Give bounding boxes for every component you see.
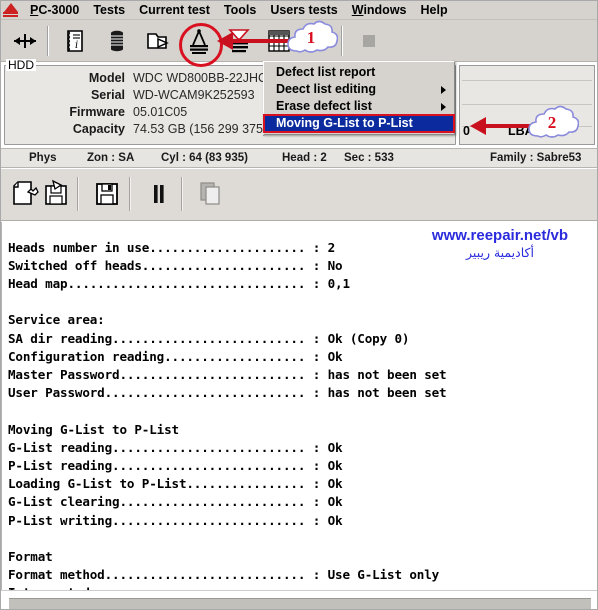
annotation-1-cloud: 1 [284,19,339,61]
save-as-icon[interactable] [39,177,75,211]
operation-log-panel[interactable]: Heads number in use.....................… [1,222,597,590]
hdd-capacity-value: 74.53 GB (156 299 375) [133,122,268,136]
watermark-url: www.reepair.net/vb [431,227,569,244]
stop-square-icon [353,25,385,57]
pc3000-application-window: PC-3000 Tests Current test Tools Users t… [0,0,598,610]
drive-status-strip: Phys Zon : SA Cyl : 64 (83 935) Head : 2… [1,148,597,168]
svg-text:i: i [75,40,78,51]
hdd-serial-value: WD-WCAM9K252593 [133,88,255,102]
submenu-arrow-icon [441,103,446,111]
menu-item-defect-list-report[interactable]: Defect list report [264,64,454,81]
annotation-2-cloud: 2 [525,104,580,146]
menu-item-defect-list-editing[interactable]: Deect list editing [264,81,454,98]
menu-item-moving-glist-to-plist[interactable]: Moving G-List to P-List [263,114,455,133]
menu-tools[interactable]: Tools [217,1,263,19]
status-cyl: Cyl : 64 (83 935) [161,152,248,164]
coil-stack-icon[interactable] [101,25,133,57]
watermark-arabic-text: أكاديمية ريبير [466,245,534,260]
bottom-divider [9,598,591,609]
status-phys: Phys [29,152,57,164]
secondary-toolbar [1,169,597,221]
folder-arrow-icon[interactable] [141,25,173,57]
lba-partial-value: 0 [463,124,470,138]
menu-tests[interactable]: Tests [86,1,132,19]
hdd-panel-legend: HDD [6,58,36,72]
toolbar-separator [77,177,79,211]
pause-icon[interactable] [141,177,177,211]
document-info-icon[interactable]: i [59,25,91,57]
hdd-model-label: Model [88,71,125,85]
operation-log-text: Heads number in use.....................… [8,239,447,590]
toolbar-separator [129,177,131,211]
status-head: Head : 2 [282,152,327,164]
submenu-arrow-icon [441,86,446,94]
menu-help[interactable]: Help [414,1,455,19]
status-family: Family : Sabre53 [490,152,582,164]
menu-item-erase-defect-list[interactable]: Erase defect list [264,98,454,115]
menu-windows[interactable]: Windows [345,1,414,19]
toolbar-separator [47,26,49,56]
defect-list-menu: Defect list report Deect list editing Er… [263,61,455,135]
annotation-1-number: 1 [306,28,316,47]
annotation-1-arrow-head [217,32,233,50]
pc3000-logo-icon [3,2,19,18]
menu-bar: PC-3000 Tests Current test Tools Users t… [1,1,597,20]
crosshair-arrows-icon[interactable] [9,25,41,57]
defect-list-icon[interactable] [183,25,215,57]
annotation-2-arrow-head [470,117,486,135]
annotation-2-arrow-line [486,124,530,128]
status-zone: Zon : SA [87,152,135,164]
window-bottom-strip [1,590,597,609]
hdd-serial-label: Serial [90,88,125,102]
site-watermark: www.reepair.net/vb أكاديمية ريبير [415,227,585,260]
toolbar-separator [181,177,183,211]
hdd-capacity-label: Capacity [72,122,125,136]
hdd-model-value: WDC WD800BB-22JHC0 [133,71,275,85]
menu-pc3000[interactable]: PC-3000 [23,1,86,19]
copy-icon [193,177,229,211]
menu-current-test[interactable]: Current test [132,1,217,19]
annotation-2-number: 2 [547,113,557,132]
hdd-firmware-label: Firmware [69,105,125,119]
toolbar-separator [341,26,343,56]
save-floppy-icon[interactable] [89,177,125,211]
menu-users-tests[interactable]: Users tests [263,1,344,19]
hdd-firmware-value: 05.01C05 [133,105,188,119]
status-sec: Sec : 533 [344,152,394,164]
